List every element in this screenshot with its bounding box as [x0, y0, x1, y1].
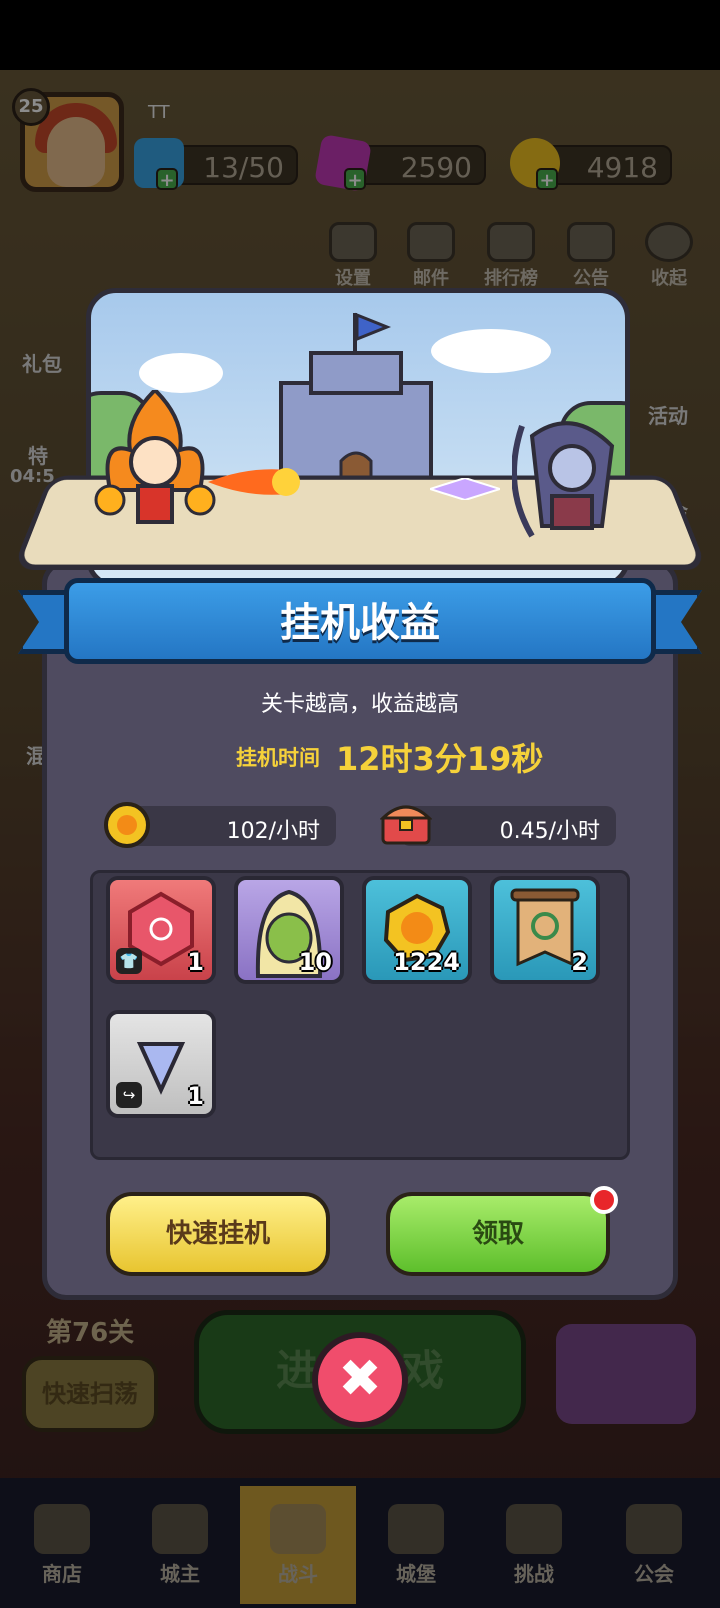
idle-time-value: 12时3分19秒	[336, 740, 544, 778]
gold-coin-icon	[104, 802, 150, 848]
modal-subtitle: 关卡越高，收益越高	[260, 692, 459, 717]
reward-slot-red-gem[interactable]: 👕 1	[106, 876, 216, 984]
close-button[interactable]: ✖	[312, 1332, 408, 1428]
claim-button[interactable]: 领取	[386, 1192, 610, 1276]
reward-count: 1	[187, 948, 204, 976]
reward-slot-hero-card[interactable]: 10	[234, 876, 344, 984]
reward-count: 1	[187, 1082, 204, 1110]
chest-rate-bar: 0.45/小时	[400, 806, 616, 846]
quick-idle-button[interactable]: 快速挂机	[106, 1192, 330, 1276]
treasure-chest-icon	[380, 805, 432, 845]
idle-time-label: 挂机时间	[236, 746, 320, 770]
reward-slot-scroll[interactable]: 2	[490, 876, 600, 984]
fireball-icon	[208, 468, 300, 496]
gold-rate-bar: 102/小时	[124, 806, 336, 846]
hook-icon: ↪	[116, 1082, 142, 1108]
reward-slot-gold-coin[interactable]: 1224	[362, 876, 472, 984]
gold-rate-text: 102/小时	[226, 819, 320, 844]
magic-bolt-icon	[430, 478, 500, 500]
reward-slot-blue-crystal[interactable]: ↪ 1	[106, 1010, 216, 1118]
reward-count: 2	[571, 948, 588, 976]
modal-title: 挂机收益	[280, 600, 440, 646]
dark-archer-sprite	[512, 421, 615, 538]
reward-count: 10	[298, 948, 332, 976]
shirt-icon: 👕	[116, 948, 142, 974]
claim-notification-dot	[590, 1186, 618, 1214]
status-bar	[0, 0, 720, 70]
fire-hero-sprite	[94, 390, 216, 524]
reward-count: 1224	[393, 948, 460, 976]
chest-rate-text: 0.45/小时	[499, 819, 600, 844]
